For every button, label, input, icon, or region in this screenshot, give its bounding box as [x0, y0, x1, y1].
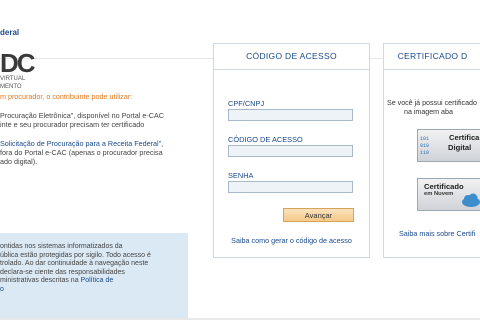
- notice-line: ministrativas descritas na Política de: [0, 277, 188, 286]
- codigo-acesso-panel: CÓDIGO DE ACESSO CPF/CNPJ CÓDIGO DE ACES…: [213, 43, 370, 258]
- certificado-panel: CERTIFICADO D Se você já possui certific…: [383, 43, 480, 258]
- notice-line: declara-se ciente das responsabilidades: [0, 268, 125, 276]
- option-solicitacao-procuracao: Solicitação de Procuração para a Receita…: [0, 139, 190, 166]
- notice-line-text: ministrativas descritas na: [0, 277, 79, 285]
- logo-subtitle-2: MENTO: [0, 84, 22, 90]
- binary-icon: 101 010 110: [420, 136, 429, 156]
- option2-line3: ado digital).: [0, 157, 38, 166]
- procurador-info: m procurador, o contribuinte pode utiliz…: [0, 92, 190, 166]
- cert-nuvem-label1: Certificado: [424, 182, 464, 191]
- certificado-nuvem-button[interactable]: Certificado em Nuvem: [417, 178, 480, 211]
- svg-text:110: 110: [420, 150, 429, 156]
- cert-digital-label1: Certifica: [449, 133, 480, 142]
- svg-text:101: 101: [420, 136, 429, 142]
- avancar-button[interactable]: Avançar: [283, 208, 354, 222]
- codigo-acesso-input[interactable]: [228, 145, 353, 157]
- notice-line: ública estão protegidas por sigilo. Todo…: [0, 251, 151, 259]
- privacy-policy-link-cont[interactable]: o: [0, 286, 188, 295]
- certificado-help-link[interactable]: Saiba mais sobre Certifi: [399, 229, 475, 238]
- logo-subtitle-1: VIRTUAL: [0, 76, 26, 82]
- notice-line: ontidas nos sistemas informatizados da: [0, 243, 123, 250]
- procurador-intro: m procurador, o contribuinte pode utiliz…: [0, 92, 133, 101]
- codigo-acesso-title: CÓDIGO DE ACESSO: [214, 44, 369, 70]
- cert-nuvem-label2: em Nuvem: [424, 191, 454, 197]
- gov-label: deral: [0, 28, 20, 37]
- svg-text:010: 010: [420, 143, 429, 149]
- logo-mark: DC: [0, 48, 36, 78]
- option2-line2: fora do Portal e-CAC (apenas o procurado…: [0, 148, 163, 157]
- privacy-policy-link[interactable]: Política de: [81, 277, 114, 284]
- option2-line1[interactable]: Solicitação de Procuração para a Receita…: [0, 139, 190, 148]
- option1-line1[interactable]: Procuração Eletrônica", disponível no Po…: [0, 111, 190, 120]
- privacy-notice: ontidas nos sistemas informatizados da ú…: [0, 233, 188, 320]
- cert-text-line1: Se você já possui certificado: [387, 99, 477, 107]
- ecac-logo[interactable]: DC VIRTUAL MENTO: [0, 48, 40, 94]
- cert-text-line2: na imagem aba: [404, 107, 453, 116]
- certificado-title: CERTIFICADO D: [384, 44, 480, 70]
- cloud-icon: [462, 193, 480, 207]
- option-procuracao-eletronica: Procuração Eletrônica", disponível no Po…: [0, 111, 190, 129]
- certificado-digital-button[interactable]: 101 010 110 Certifica Digital: [417, 129, 480, 162]
- option1-line2: inte e seu procurador precisam ter certi…: [0, 120, 145, 129]
- certificado-instructions: Se você já possui certificado na imagem …: [387, 99, 480, 116]
- notice-line: trolado. Ao dar continuidade à navegação…: [0, 260, 149, 268]
- cpf-label: CPF/CNPJ: [228, 99, 265, 108]
- senha-input[interactable]: [228, 181, 353, 193]
- codigo-label: CÓDIGO DE ACESSO: [228, 135, 303, 144]
- senha-label: SENHA: [228, 171, 254, 180]
- cert-digital-label2: Digital: [448, 143, 472, 152]
- codigo-acesso-help-link[interactable]: Saiba como gerar o código de acesso: [214, 236, 369, 245]
- cpf-cnpj-input[interactable]: [228, 109, 353, 121]
